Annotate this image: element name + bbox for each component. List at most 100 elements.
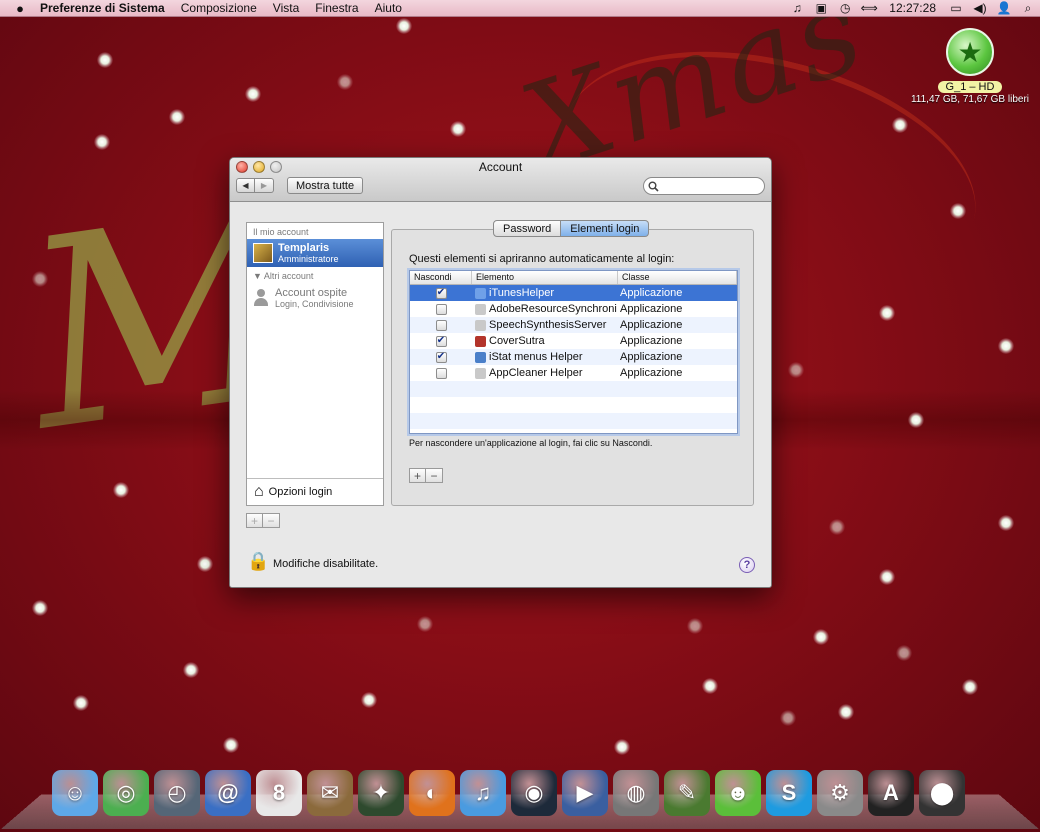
desktop-disk[interactable]: ★ G_1 – HD 111,47 GB, 71,67 GB liberi (905, 28, 1035, 105)
dock-dvd-icon[interactable]: ◍ (613, 770, 659, 816)
hide-cell (410, 303, 472, 315)
snow-dot (97, 52, 113, 68)
dock-time-machine-icon[interactable]: ◴ (154, 770, 200, 816)
dock-dashboard-icon[interactable]: ◎ (103, 770, 149, 816)
dock-cauldron-icon[interactable]: ⬤ (919, 770, 965, 816)
dock-system-preferences-icon[interactable]: ⚙ (817, 770, 863, 816)
dock-address-book-icon[interactable]: @ (205, 770, 251, 816)
music-icon[interactable]: ♫ (785, 1, 809, 15)
hide-checkbox[interactable] (435, 319, 447, 331)
snow-dot (32, 271, 48, 287)
snow-dot (879, 569, 895, 585)
dock-skype-icon[interactable]: S (766, 770, 812, 816)
menu-composizione[interactable]: Composizione (173, 1, 265, 15)
sidebar-item-login-options[interactable]: ⌂ Opzioni login (247, 478, 383, 505)
add-login-item-button[interactable]: + (409, 468, 426, 483)
menu-finestra[interactable]: Finestra (307, 1, 366, 15)
lock-status-text: Modifiche disabilitate. (273, 558, 379, 570)
apple-menu-icon[interactable]: ● (6, 1, 34, 16)
add-account-button[interactable]: + (246, 513, 263, 528)
search-input[interactable] (662, 180, 758, 192)
snow-dot (879, 305, 895, 321)
class-cell: Applicazione (620, 287, 683, 299)
help-button[interactable]: ? (739, 557, 755, 573)
dock-radar-icon[interactable]: ✦ (358, 770, 404, 816)
menu-clock[interactable]: 12:27:28 (881, 1, 944, 15)
input-flag-icon[interactable]: ▭ (944, 1, 968, 15)
tab-password[interactable]: Password (493, 220, 562, 237)
dock-ical-icon[interactable]: 8 (256, 770, 302, 816)
snow-dot (896, 645, 912, 661)
item-cell: AdobeResourceSynchroni (472, 303, 618, 315)
show-all-button[interactable]: Mostra tutte (287, 177, 364, 194)
hide-checkbox[interactable]: ✔ (435, 351, 447, 363)
snow-dot (780, 710, 796, 726)
snow-dot (687, 618, 703, 634)
account-window: Account ◀ ▶ Mostra tutte Il mio account … (229, 157, 772, 588)
display-icon[interactable]: ▣ (809, 1, 833, 15)
app-icon (475, 335, 486, 347)
dock-stamp-icon[interactable]: ✉ (307, 770, 353, 816)
app-icon (475, 303, 486, 315)
empty-row (410, 397, 737, 413)
sidebar-item-guest[interactable]: Account ospite Login, Condivisione (247, 283, 383, 314)
table-row[interactable]: ✔ iStat menus Helper Applicazione (410, 349, 737, 365)
disk-star-icon[interactable]: ★ (946, 28, 994, 76)
hide-checkbox[interactable] (435, 303, 447, 315)
column-header-hide[interactable]: Nascondi (410, 271, 472, 284)
table-row[interactable]: ✔ iTunesHelper Applicazione (410, 285, 737, 301)
sidebar-item-templaris[interactable]: Templaris Amministratore (247, 239, 383, 267)
dock-camera-icon[interactable]: ◉ (511, 770, 557, 816)
remove-account-button[interactable]: − (263, 513, 280, 528)
item-name: iStat menus Helper (489, 351, 583, 363)
forward-arrow-icon[interactable]: ▶ (255, 178, 274, 193)
column-header-item[interactable]: Elemento (472, 271, 618, 284)
class-cell: Applicazione (620, 367, 683, 379)
snow-dot (169, 109, 185, 125)
column-header-class[interactable]: Classe (618, 271, 737, 284)
snow-dot (197, 556, 213, 572)
hide-checkbox[interactable]: ✔ (435, 335, 447, 347)
dock-feather-icon[interactable]: ✎ (664, 770, 710, 816)
table-row[interactable]: SpeechSynthesisServer Applicazione (410, 317, 737, 333)
class-cell: Applicazione (620, 351, 683, 363)
remove-login-item-button[interactable]: − (426, 468, 443, 483)
menu-app-name[interactable]: Preferenze di Sistema (34, 1, 173, 15)
table-row[interactable]: ✔ CoverSutra Applicazione (410, 333, 737, 349)
dock-applications-folder-icon[interactable]: A (868, 770, 914, 816)
network-icon[interactable]: ⟺ (857, 1, 881, 15)
tab-login-items[interactable]: Elementi login (561, 220, 650, 237)
dock-itunes-icon[interactable]: ♫ (460, 770, 506, 816)
dock-messenger-icon[interactable]: ☻ (715, 770, 761, 816)
hide-checkbox[interactable] (435, 367, 447, 379)
item-cell: CoverSutra (472, 335, 618, 347)
window-titlebar[interactable]: Account ◀ ▶ Mostra tutte (230, 158, 771, 202)
search-field[interactable] (643, 177, 765, 195)
accounts-sidebar: Il mio account Templaris Amministratore … (246, 222, 384, 506)
hide-checkbox[interactable]: ✔ (435, 287, 447, 299)
guest-name: Account ospite (275, 287, 348, 299)
snow-dot (361, 692, 377, 708)
back-arrow-icon[interactable]: ◀ (236, 178, 255, 193)
time-machine-icon[interactable]: ◷ (833, 1, 857, 15)
user-icon[interactable]: 👤 (992, 1, 1016, 15)
lock-icon[interactable]: 🔒 (247, 551, 269, 572)
snow-dot (223, 737, 239, 753)
dock-finder-icon[interactable]: ☺ (52, 770, 98, 816)
volume-icon[interactable]: ◀) (968, 1, 992, 15)
snow-dot (183, 662, 199, 678)
item-name: AppCleaner Helper (489, 367, 583, 379)
table-row[interactable]: AdobeResourceSynchroni Applicazione (410, 301, 737, 317)
account-add-remove: + − (246, 513, 280, 528)
table-row[interactable]: AppCleaner Helper Applicazione (410, 365, 737, 381)
dock-firefox-icon[interactable]: ◐ (409, 770, 455, 816)
spotlight-icon[interactable]: ⌕ (1016, 1, 1040, 16)
menu-vista[interactable]: Vista (265, 1, 307, 15)
snow-dot (838, 704, 854, 720)
other-accounts-header[interactable]: ▼ Altri account (247, 267, 383, 283)
dock-imovie-icon[interactable]: ▶ (562, 770, 608, 816)
my-account-header: Il mio account (253, 227, 309, 237)
hide-cell: ✔ (410, 351, 472, 363)
app-icon (475, 367, 486, 379)
menu-aiuto[interactable]: Aiuto (367, 1, 410, 15)
